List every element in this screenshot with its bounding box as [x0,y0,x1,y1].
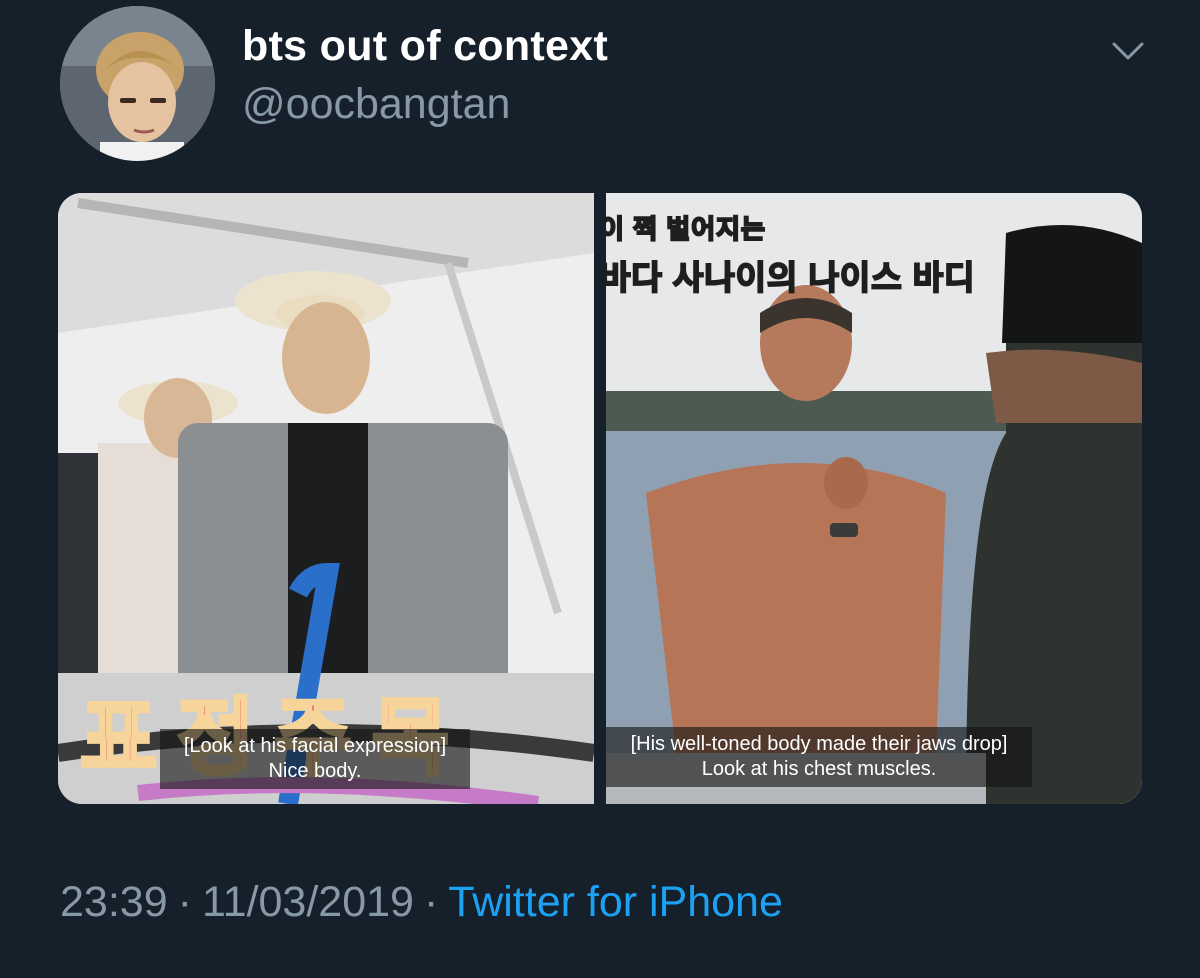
user-handle[interactable]: @oocbangtan [242,80,510,129]
meta-separator: · [423,878,439,926]
meta-separator: · [177,878,192,926]
subtitle-left-line2: Nice body. [268,760,362,782]
display-name[interactable]: bts out of context [242,22,608,71]
chevron-down-icon[interactable] [1108,36,1148,66]
media-image-left[interactable]: 표정주목 [Look at his facial expression] Nic… [58,193,594,804]
tweet-date[interactable]: 11/03/2019 [202,878,414,926]
subtitle-right-line2: Look at his chest muscles. [701,758,937,780]
avatar[interactable] [60,6,215,161]
subtitle-right-line1: [His well-toned body made their jaws dro… [630,733,1008,755]
tweet-media[interactable]: 표정주목 [Look at his facial expression] Nic… [58,193,1142,804]
media-image-right[interactable]: 이 쩍 벌어지는 바다 사나이의 나이스 바디 [His well-toned … [606,193,1142,804]
tweet: bts out of context @oocbangtan [Look at … [0,0,1200,978]
korean-caption-line1: 이 쩍 벌어지는 [606,213,766,245]
subtitle-right: [His well-toned body made their jaws dro… [606,727,1032,787]
profile-photo-icon [60,6,215,161]
subtitle-left: [Look at his facial expression] Nice bod… [160,729,470,789]
tweet-time[interactable]: 23:39 [60,878,168,926]
tweet-meta: 23:39 · 11/03/2019 · Twitter for iPhone [60,878,783,927]
tweet-source-link[interactable]: Twitter for iPhone [448,878,783,926]
korean-caption-line2: 바다 사나이의 나이스 바디 [606,258,976,297]
subtitle-left-line1: [Look at his facial expression] [183,735,447,757]
